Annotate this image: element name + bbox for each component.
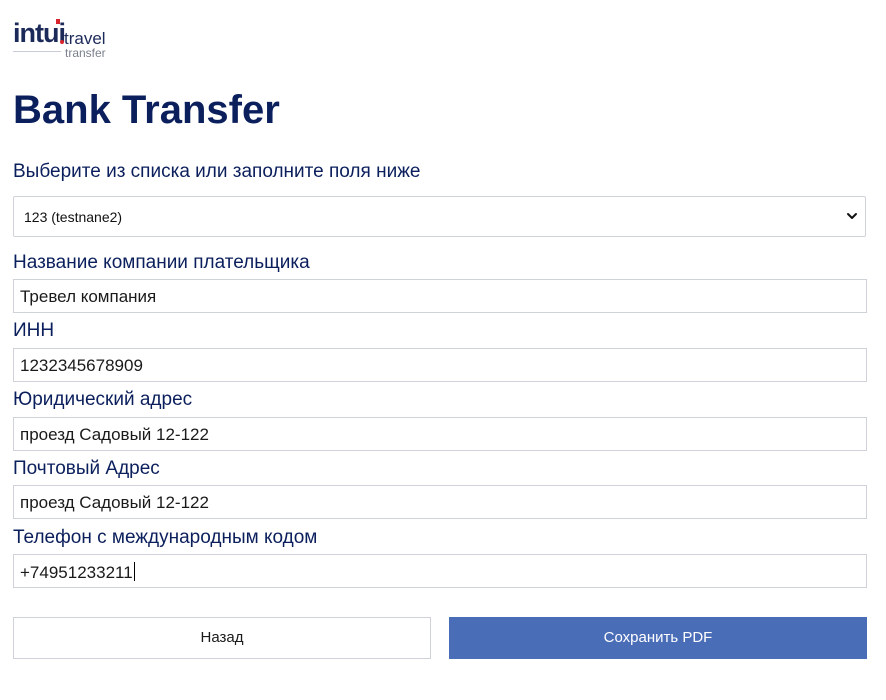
saved-payer-select-value: 123 (testnane2) bbox=[24, 209, 123, 225]
page-title: Bank Transfer bbox=[13, 88, 280, 132]
text-caret bbox=[133, 562, 135, 581]
inn-value: 1232345678909 bbox=[20, 356, 143, 375]
inn-field[interactable]: 1232345678909 bbox=[13, 348, 867, 382]
saved-payer-select[interactable]: 123 (testnane2) bbox=[13, 196, 866, 237]
postal-address-value: проезд Садовый 12-122 bbox=[20, 493, 209, 512]
intui-logo: intui travel transfer bbox=[13, 18, 123, 62]
postal-address-label: Почтовый Адрес bbox=[13, 458, 160, 479]
company-name-value: Тревел компания bbox=[20, 287, 157, 306]
company-name-label: Название компании плательщика bbox=[13, 252, 310, 273]
inn-label: ИНН bbox=[13, 320, 55, 341]
back-button[interactable]: Назад bbox=[13, 617, 431, 659]
postal-address-field[interactable]: проезд Садовый 12-122 bbox=[13, 485, 867, 519]
legal-address-label: Юридический адрес bbox=[13, 389, 193, 410]
logo-transfer-text: transfer bbox=[65, 46, 106, 60]
chevron-down-icon bbox=[847, 213, 857, 219]
legal-address-field[interactable]: проезд Садовый 12-122 bbox=[13, 417, 867, 451]
phone-field[interactable]: +74951233211 bbox=[13, 554, 867, 588]
select-label: Выберите из списка или заполните поля ни… bbox=[13, 161, 421, 182]
logo-accent-mark bbox=[56, 19, 60, 24]
save-pdf-button[interactable]: Сохранить PDF bbox=[449, 617, 867, 659]
phone-label: Телефон с международным кодом bbox=[13, 527, 318, 548]
legal-address-value: проезд Садовый 12-122 bbox=[20, 425, 209, 444]
phone-value: +74951233211 bbox=[20, 563, 133, 582]
logo-underline bbox=[13, 51, 61, 52]
company-name-field[interactable]: Тревел компания bbox=[13, 279, 867, 313]
phone-value-wrapper: +74951233211 bbox=[20, 562, 135, 583]
